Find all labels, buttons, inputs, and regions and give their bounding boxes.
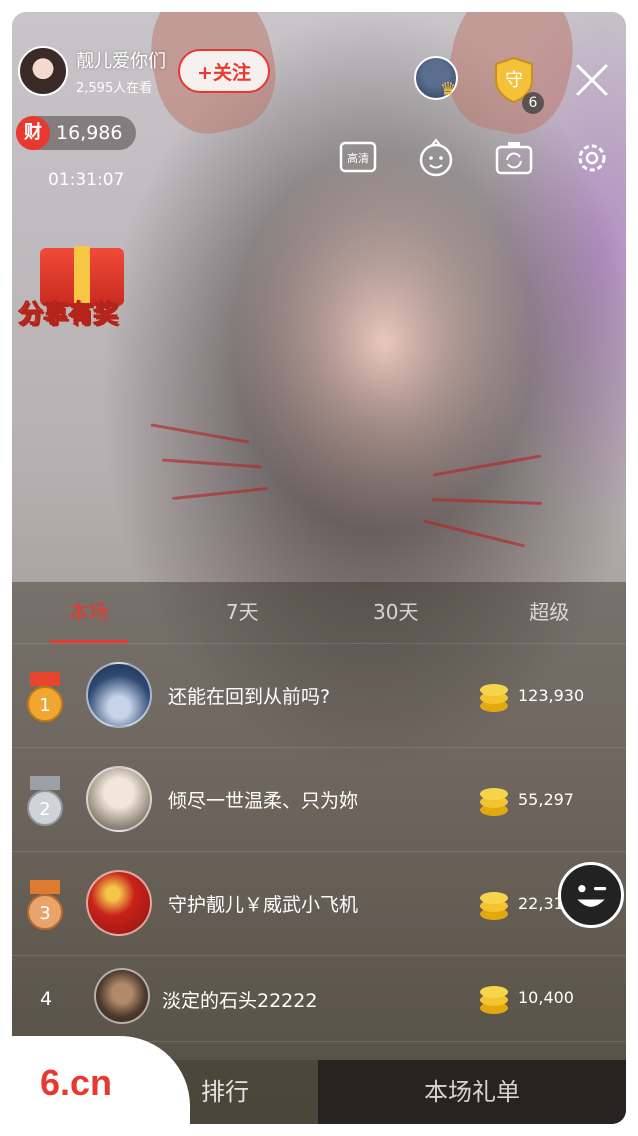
hd-icon: 高清	[339, 141, 377, 173]
ranking-tabs: 本场 7天 30天 超级	[12, 582, 626, 644]
tab-30-days[interactable]: 30天	[319, 582, 473, 643]
user-avatar[interactable]	[86, 766, 152, 832]
whisker-effect	[172, 486, 268, 501]
coin-stack-icon	[480, 788, 508, 816]
svg-text:2: 2	[39, 799, 50, 820]
gold-medal-icon: 1	[27, 672, 63, 722]
live-timer: 01:31:07	[48, 170, 125, 190]
close-icon[interactable]	[574, 62, 610, 98]
gift-list-tab-button[interactable]: 本场礼单	[318, 1060, 626, 1124]
coin-value: 123,930	[518, 686, 585, 705]
live-stream-view: 靓儿爱你们 2,595人在看 +关注 ♛ 守 6 财 16,986 01:31:…	[12, 12, 626, 1124]
gear-icon	[578, 144, 606, 172]
user-name: 倾尽一世温柔、只为妳	[168, 790, 359, 812]
beauty-filter-button[interactable]	[416, 138, 456, 178]
user-avatar[interactable]	[94, 968, 150, 1024]
coin-value: 10,400	[518, 988, 574, 1007]
crown-icon: ♛	[440, 79, 457, 100]
hd-quality-button[interactable]: 高清	[338, 138, 378, 178]
whisker-effect	[162, 458, 262, 469]
host-name: 靓儿爱你们	[76, 50, 166, 72]
tab-7-days[interactable]: 7天	[166, 582, 320, 643]
coin-value: 55,297	[518, 790, 574, 809]
guard-label: 守	[505, 70, 523, 91]
whisker-effect	[150, 423, 250, 444]
brand-logo: 6.cn	[40, 1062, 113, 1103]
host-avatar[interactable]	[18, 46, 68, 96]
switch-camera-button[interactable]	[494, 138, 534, 178]
user-name: 还能在回到从前吗?	[168, 686, 331, 708]
tab-super[interactable]: 超级	[473, 582, 627, 643]
share-reward-promo[interactable]: 分享有奖	[16, 226, 146, 329]
svg-text:1: 1	[39, 695, 50, 716]
coin-stack-icon	[480, 684, 508, 712]
ranking-row[interactable]: 4 淡定的石头22222 10,400	[12, 956, 626, 1042]
face-filter-icon	[419, 138, 453, 177]
silver-medal-icon: 2	[27, 776, 63, 826]
viewer-count: 2,595人在看	[76, 80, 153, 96]
bronze-medal-icon: 3	[27, 880, 63, 930]
whisker-effect	[431, 498, 543, 505]
rank-number: 4	[40, 988, 53, 1010]
follow-button[interactable]: +关注	[178, 49, 270, 93]
svg-text:3: 3	[39, 903, 50, 924]
ranking-row[interactable]: 2 倾尽一世温柔、只为妳 55,297	[12, 748, 626, 852]
ranking-row[interactable]: 1 还能在回到从前吗? 123,930	[12, 644, 626, 748]
user-name: 淡定的石头22222	[162, 990, 318, 1012]
coin-stack-icon	[480, 892, 508, 920]
host-info: 靓儿爱你们 2,595人在看 +关注	[18, 46, 270, 96]
share-reward-label: 分享有奖	[17, 299, 119, 329]
ranking-tab-label: 排行	[201, 1078, 249, 1106]
camera-switch-icon	[495, 142, 533, 175]
whisker-effect	[423, 519, 525, 548]
settings-button[interactable]	[572, 138, 612, 178]
tab-this-session[interactable]: 本场	[12, 582, 166, 643]
wealth-value: 16,986	[56, 122, 123, 144]
wink-emoji-button[interactable]	[558, 862, 624, 928]
wealth-badge[interactable]: 财 16,986	[16, 116, 136, 150]
svg-text:高清: 高清	[347, 151, 369, 165]
user-avatar[interactable]	[86, 662, 152, 728]
wealth-icon: 财	[16, 116, 50, 150]
user-name: 守护靓儿￥威武小飞机	[168, 894, 359, 916]
coin-stack-icon	[480, 986, 508, 1014]
user-avatar[interactable]	[86, 870, 152, 936]
guard-count-badge: 6	[522, 92, 544, 114]
ranking-row[interactable]: 3 守护靓儿￥威武小飞机 22,312	[12, 852, 626, 956]
whisker-effect	[432, 454, 542, 477]
